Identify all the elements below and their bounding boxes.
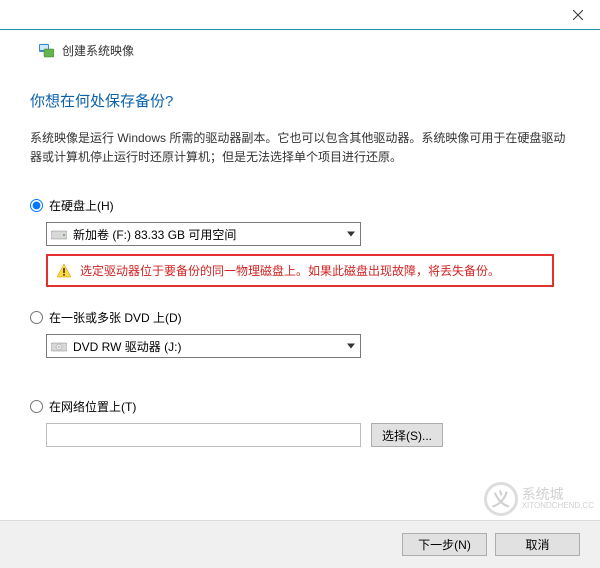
radio-label-network: 在网络位置上(T) — [49, 398, 136, 415]
watermark-logo: 义 — [484, 482, 518, 516]
dvd-selected-text: DVD RW 驱动器 (J:) — [73, 338, 181, 355]
dvd-combo[interactable]: DVD RW 驱动器 (J:) — [46, 334, 361, 358]
watermark-line2: XITONDCHEND.CC — [522, 502, 594, 511]
radio-row-disk[interactable]: 在硬盘上(H) — [30, 197, 570, 214]
option-network: 在网络位置上(T) 选择(S)... — [30, 398, 570, 447]
watermark-line1: 系统城 — [522, 487, 594, 502]
titlebar — [0, 0, 600, 30]
close-icon — [573, 10, 583, 20]
next-button[interactable]: 下一步(N) — [402, 533, 487, 556]
hard-drive-icon — [51, 228, 67, 240]
system-image-icon — [38, 42, 54, 58]
dvd-drive-icon — [51, 340, 67, 352]
chevron-down-icon — [347, 344, 355, 349]
option-dvd: 在一张或多张 DVD 上(D) DVD RW 驱动器 (J:) — [30, 309, 570, 358]
option-hard-disk: 在硬盘上(H) 新加卷 (F:) 83.33 GB 可用空间 选定驱动器位于要备… — [30, 197, 570, 287]
radio-label-disk: 在硬盘上(H) — [49, 197, 114, 214]
cancel-button[interactable]: 取消 — [495, 533, 580, 556]
disk-selected-text: 新加卷 (F:) 83.33 GB 可用空间 — [73, 226, 236, 243]
footer-bar: 下一步(N) 取消 — [0, 520, 600, 568]
content-area: 你想在何处保存备份? 系统映像是运行 Windows 所需的驱动器副本。它也可以… — [0, 70, 600, 479]
page-title: 你想在何处保存备份? — [30, 90, 570, 111]
close-button[interactable] — [555, 0, 600, 29]
warning-box: 选定驱动器位于要备份的同一物理磁盘上。如果此磁盘出现故障，将丢失备份。 — [46, 254, 554, 287]
disk-combo[interactable]: 新加卷 (F:) 83.33 GB 可用空间 — [46, 222, 361, 246]
radio-row-dvd[interactable]: 在一张或多张 DVD 上(D) — [30, 309, 570, 326]
radio-network[interactable] — [30, 400, 43, 413]
dialog-title: 创建系统映像 — [62, 42, 134, 59]
radio-hard-disk[interactable] — [30, 199, 43, 212]
select-network-button[interactable]: 选择(S)... — [371, 423, 443, 447]
radio-label-dvd: 在一张或多张 DVD 上(D) — [49, 309, 182, 326]
network-path-input[interactable] — [46, 423, 361, 447]
warning-icon — [56, 263, 72, 279]
warning-text: 选定驱动器位于要备份的同一物理磁盘上。如果此磁盘出现故障，将丢失备份。 — [80, 262, 500, 279]
page-description: 系统映像是运行 Windows 所需的驱动器副本。它也可以包含其他驱动器。系统映… — [30, 129, 570, 167]
chevron-down-icon — [347, 232, 355, 237]
radio-row-network[interactable]: 在网络位置上(T) — [30, 398, 570, 415]
dialog-header: 创建系统映像 — [0, 30, 600, 70]
radio-dvd[interactable] — [30, 311, 43, 324]
watermark: 义 系统城 XITONDCHEND.CC — [484, 482, 594, 516]
